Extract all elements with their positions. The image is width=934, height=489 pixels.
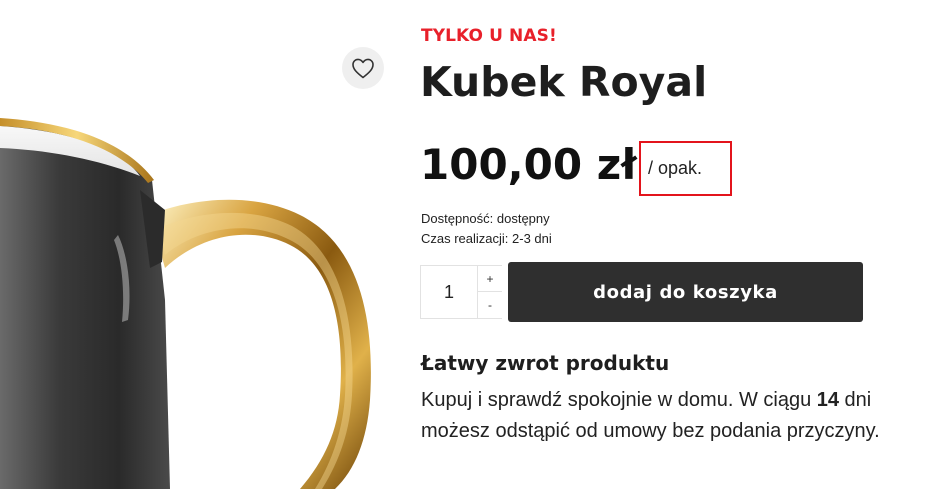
availability-text: Dostępność: dostępny xyxy=(421,211,550,226)
returns-heading: Łatwy zwrot produktu xyxy=(421,351,670,375)
product-image xyxy=(0,0,400,489)
quantity-increment-button[interactable]: + xyxy=(477,266,502,292)
unit-highlight: / opak. xyxy=(639,141,732,196)
quantity-input[interactable] xyxy=(421,266,477,318)
product-price: 100,00 zł xyxy=(420,140,637,189)
exclusive-badge: TYLKO U NAS! xyxy=(421,26,557,46)
wishlist-button[interactable] xyxy=(342,47,384,89)
product-title: Kubek Royal xyxy=(420,58,708,106)
quantity-stepper: + - xyxy=(420,265,502,319)
heart-icon xyxy=(352,58,374,79)
returns-days: 14 xyxy=(816,389,839,411)
price-unit: / opak. xyxy=(648,158,703,178)
add-to-cart-button[interactable]: dodaj do koszyka xyxy=(508,262,863,322)
returns-text-start: Kupuj i sprawdź spokojnie w domu. W ciąg… xyxy=(421,389,817,411)
returns-description: Kupuj i sprawdź spokojnie w domu. W ciąg… xyxy=(421,385,901,447)
mug-illustration xyxy=(0,118,371,489)
product-page: TYLKO U NAS! Kubek Royal 100,00 zł / opa… xyxy=(0,0,934,489)
quantity-decrement-button[interactable]: - xyxy=(477,292,502,318)
delivery-time-text: Czas realizacji: 2-3 dni xyxy=(421,231,552,246)
